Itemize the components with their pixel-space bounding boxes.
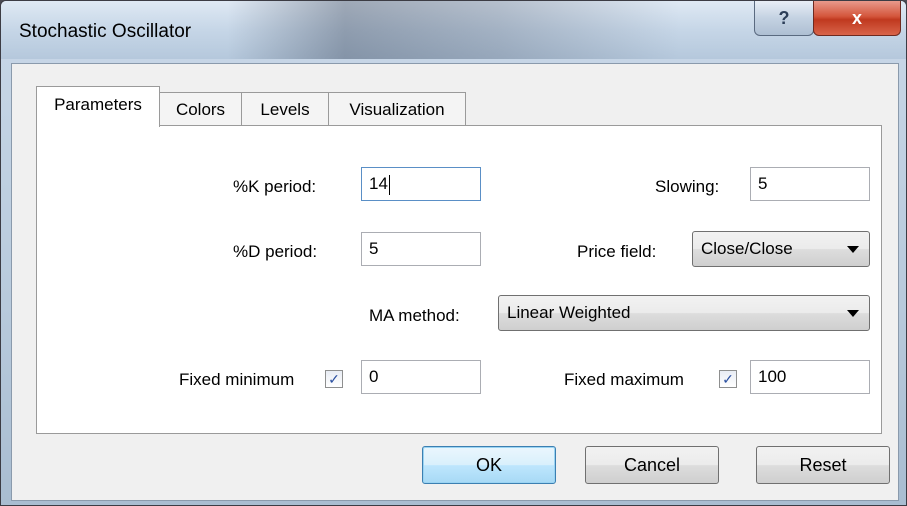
- price-field-label: Price field:: [577, 242, 657, 261]
- fixed-minimum-label: Fixed minimum: [179, 370, 295, 389]
- slowing-input[interactable]: 5: [750, 167, 870, 201]
- ma-method-select[interactable]: Linear Weighted: [498, 295, 870, 331]
- ma-method-value: Linear Weighted: [507, 303, 631, 322]
- tab-levels[interactable]: Levels: [241, 92, 329, 126]
- fixed-maximum-label: Fixed maximum: [564, 370, 684, 389]
- slowing-label: Slowing:: [655, 177, 720, 196]
- text-caret: [388, 174, 390, 195]
- k-period-value: 14: [369, 174, 388, 193]
- k-period-label: %K period:: [233, 177, 317, 196]
- window-title: Stochastic Oscillator: [19, 21, 192, 42]
- price-field-select[interactable]: Close/Close: [692, 231, 870, 267]
- help-button[interactable]: ?: [754, 1, 814, 36]
- chevron-down-icon: [847, 246, 859, 253]
- tab-parameters[interactable]: Parameters: [36, 86, 160, 127]
- close-button[interactable]: x: [813, 1, 901, 36]
- dialog-client: Parameters Colors Levels Visualization %…: [11, 63, 899, 501]
- chevron-down-icon: [847, 310, 859, 317]
- ok-button[interactable]: OK: [422, 446, 556, 484]
- reset-button[interactable]: Reset: [756, 446, 890, 484]
- fixed-maximum-checkbox[interactable]: ✓: [719, 370, 737, 388]
- fixed-maximum-input[interactable]: 100: [750, 360, 870, 394]
- d-period-label: %D period:: [233, 242, 318, 261]
- parameters-panel: %K period: 14 Slowing: 5 %D period: 5 Pr…: [36, 125, 882, 434]
- price-field-value: Close/Close: [701, 239, 793, 258]
- dialog-window: Stochastic Oscillator ? x Parameters Col…: [0, 0, 907, 506]
- title-bar[interactable]: Stochastic Oscillator ? x: [1, 1, 906, 59]
- d-period-input[interactable]: 5: [361, 232, 481, 266]
- tab-colors[interactable]: Colors: [159, 92, 242, 126]
- fixed-minimum-checkbox[interactable]: ✓: [325, 370, 343, 388]
- tab-visualization[interactable]: Visualization: [328, 92, 466, 126]
- ma-method-label: MA method:: [369, 306, 460, 325]
- k-period-input[interactable]: 14: [361, 167, 481, 201]
- cancel-button[interactable]: Cancel: [585, 446, 719, 484]
- fixed-minimum-input[interactable]: 0: [361, 360, 481, 394]
